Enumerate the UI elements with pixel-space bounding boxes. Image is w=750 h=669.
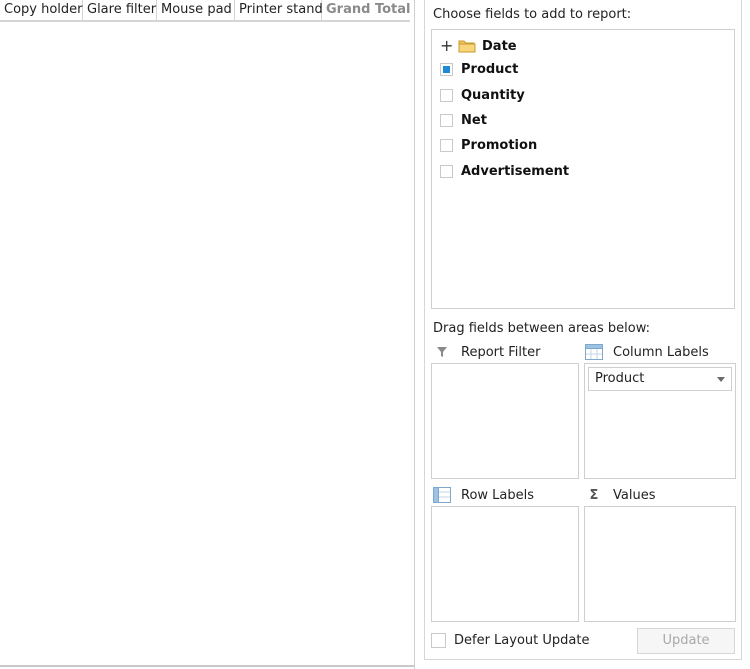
chevron-down-icon[interactable] — [717, 377, 725, 382]
field-checkbox-product[interactable] — [440, 62, 453, 76]
row-labels-drop-area[interactable] — [431, 506, 579, 622]
column-header-printer-stand[interactable]: Printer stand — [235, 0, 323, 21]
grid-bottom-border — [0, 665, 414, 667]
choose-fields-label: Choose fields to add to report: — [433, 7, 632, 22]
field-checkbox-promotion[interactable] — [440, 138, 453, 152]
field-checkbox-advertisement[interactable] — [440, 164, 453, 178]
header-divider — [0, 21, 410, 22]
row-labels-title: Row Labels — [461, 487, 535, 503]
column-header-copy-holder[interactable]: Copy holder — [0, 0, 83, 21]
field-item-net[interactable]: Net — [440, 110, 487, 130]
row-labels-header: Row Labels — [433, 487, 534, 503]
field-label-net: Net — [461, 112, 487, 128]
values-header: Σ Values — [585, 487, 656, 503]
field-item-promotion[interactable]: Promotion — [440, 135, 537, 155]
field-item-quantity[interactable]: Quantity — [440, 85, 525, 105]
column-labels-title: Column Labels — [613, 344, 709, 360]
column-header-mouse-pad[interactable]: Mouse pad — [157, 0, 235, 21]
values-drop-area[interactable] — [584, 506, 736, 622]
column-labels-header: Column Labels — [585, 344, 709, 360]
row-labels-icon — [433, 487, 451, 503]
expand-plus-icon[interactable]: + — [440, 38, 453, 54]
column-header-row: Copy holder Glare filter Mouse pad Print… — [0, 0, 410, 22]
column-header-glare-filter[interactable]: Glare filter — [83, 0, 157, 21]
report-filter-header: Report Filter — [433, 344, 540, 360]
folder-icon — [458, 39, 476, 53]
drag-fields-label: Drag fields between areas below: — [433, 321, 651, 336]
field-label-date: Date — [482, 38, 517, 54]
field-list-box: + Date Product Quantity Net Promotion Ad… — [431, 29, 735, 309]
column-labels-icon — [585, 344, 603, 360]
sigma-icon: Σ — [589, 487, 599, 503]
report-filter-title: Report Filter — [461, 344, 541, 360]
field-checkbox-net[interactable] — [440, 113, 453, 127]
field-label-promotion: Promotion — [461, 137, 538, 153]
defer-layout-update[interactable]: Defer Layout Update — [431, 633, 589, 648]
filter-icon — [433, 344, 451, 360]
values-title: Values — [613, 487, 656, 503]
update-button[interactable]: Update — [637, 628, 735, 654]
pivot-field-list-panel: Choose fields to add to report: + Date P… — [424, 0, 742, 660]
field-item-date[interactable]: + Date — [440, 36, 517, 56]
column-labels-product-dropdown[interactable]: Product — [588, 367, 732, 391]
field-item-advertisement[interactable]: Advertisement — [440, 161, 569, 181]
field-checkbox-quantity[interactable] — [440, 88, 453, 102]
column-header-grand-total: Grand Total — [322, 0, 410, 21]
report-filter-drop-area[interactable] — [431, 363, 579, 479]
field-label-quantity: Quantity — [461, 87, 525, 103]
defer-layout-checkbox[interactable] — [431, 633, 446, 648]
defer-layout-label: Defer Layout Update — [454, 633, 590, 648]
column-labels-drop-area[interactable]: Product — [584, 363, 736, 479]
panel-splitter[interactable] — [414, 0, 415, 669]
field-item-product[interactable]: Product — [440, 59, 518, 79]
field-label-advertisement: Advertisement — [461, 163, 570, 179]
field-label-product: Product — [461, 61, 519, 77]
column-labels-product-label: Product — [595, 371, 645, 386]
pivot-grid: Copy holder Glare filter Mouse pad Print… — [0, 0, 414, 669]
